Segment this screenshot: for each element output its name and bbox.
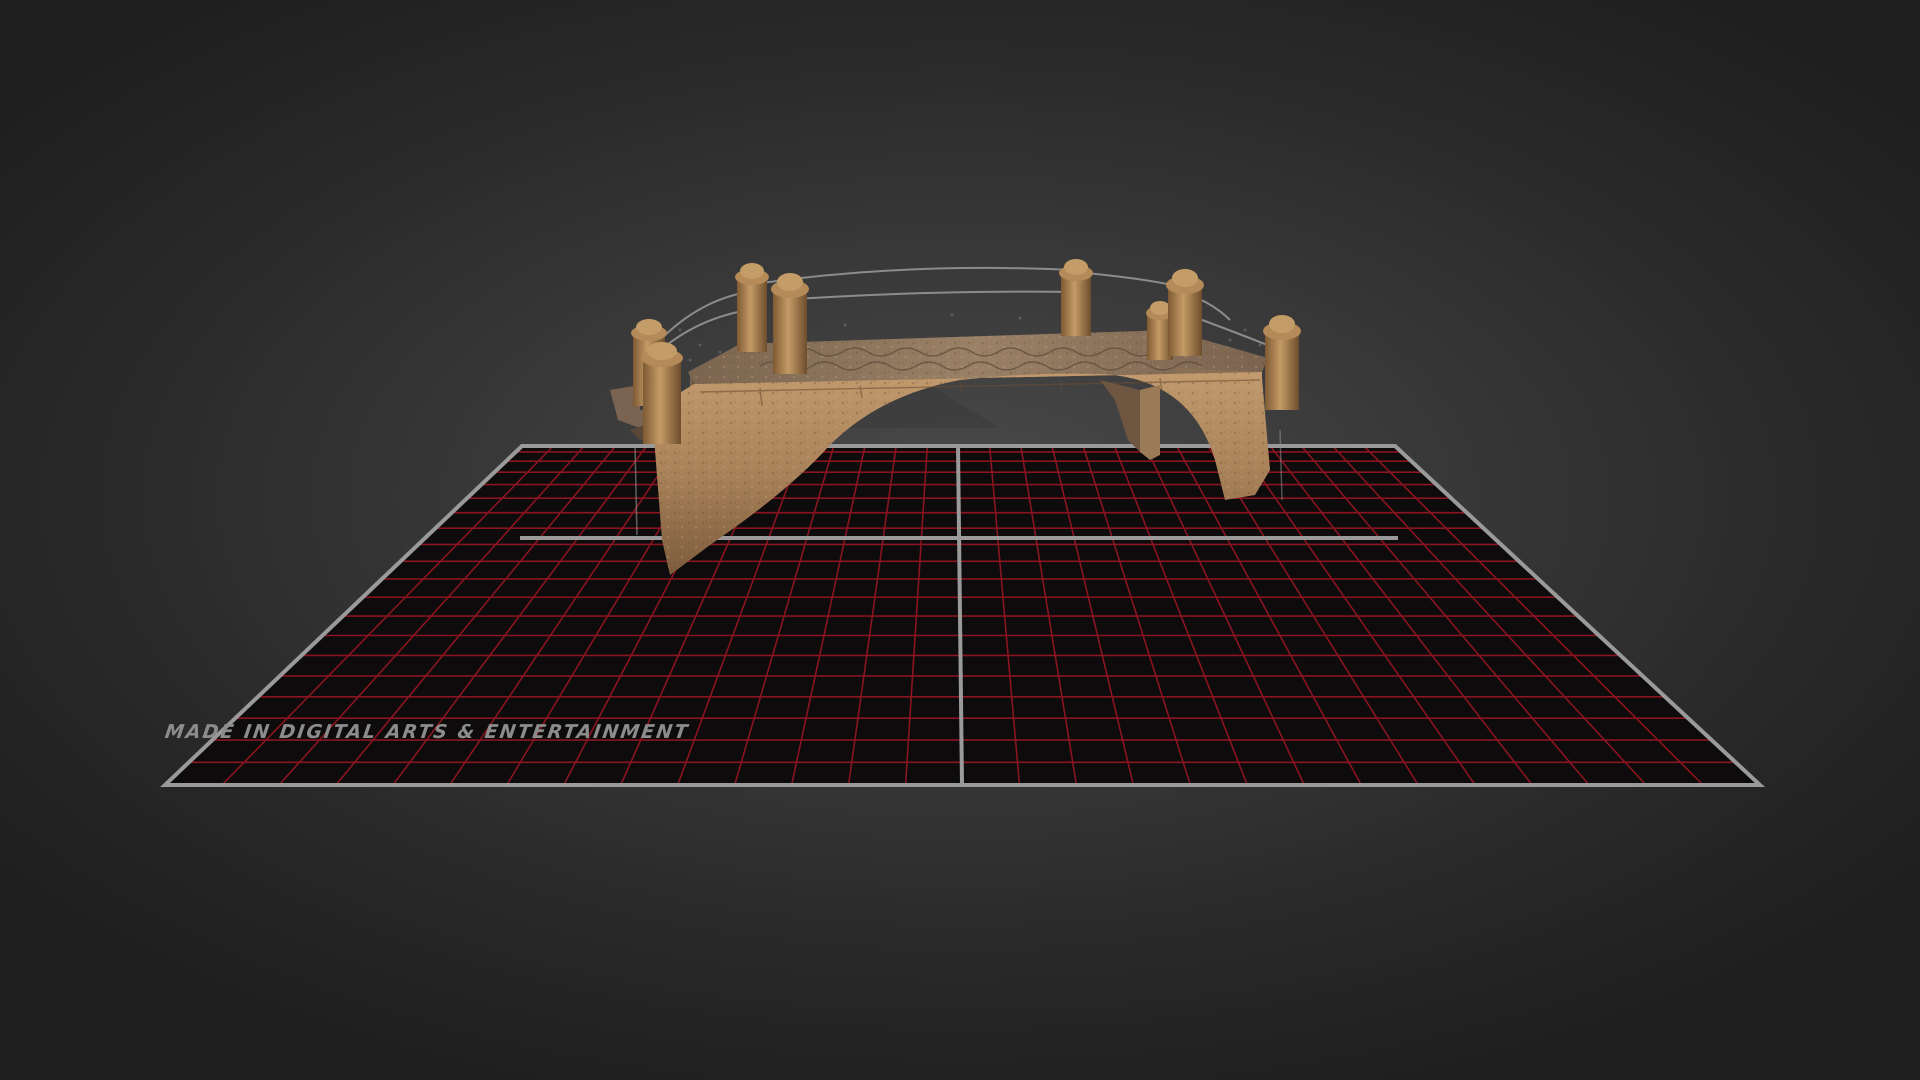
pillar-front-right: [1263, 315, 1301, 410]
scene-canvas[interactable]: MADE IN DIGITAL ARTS & ENTERTAINMENT: [0, 0, 1920, 1080]
pillar-front-left: [641, 342, 683, 444]
pillar-back-center: [1059, 259, 1093, 336]
pillar-front-right-inner: [1166, 269, 1204, 356]
floor-label: MADE IN DIGITAL ARTS & ENTERTAINMENT: [164, 720, 691, 743]
pillar-front-left-inner: [771, 273, 809, 374]
3d-viewport[interactable]: MADE IN DIGITAL ARTS & ENTERTAINMENT: [0, 0, 1920, 1080]
bridge-right-support: [1140, 385, 1160, 460]
pillar-back-left: [735, 263, 769, 352]
floor-plane: MADE IN DIGITAL ARTS & ENTERTAINMENT: [159, 444, 1766, 787]
